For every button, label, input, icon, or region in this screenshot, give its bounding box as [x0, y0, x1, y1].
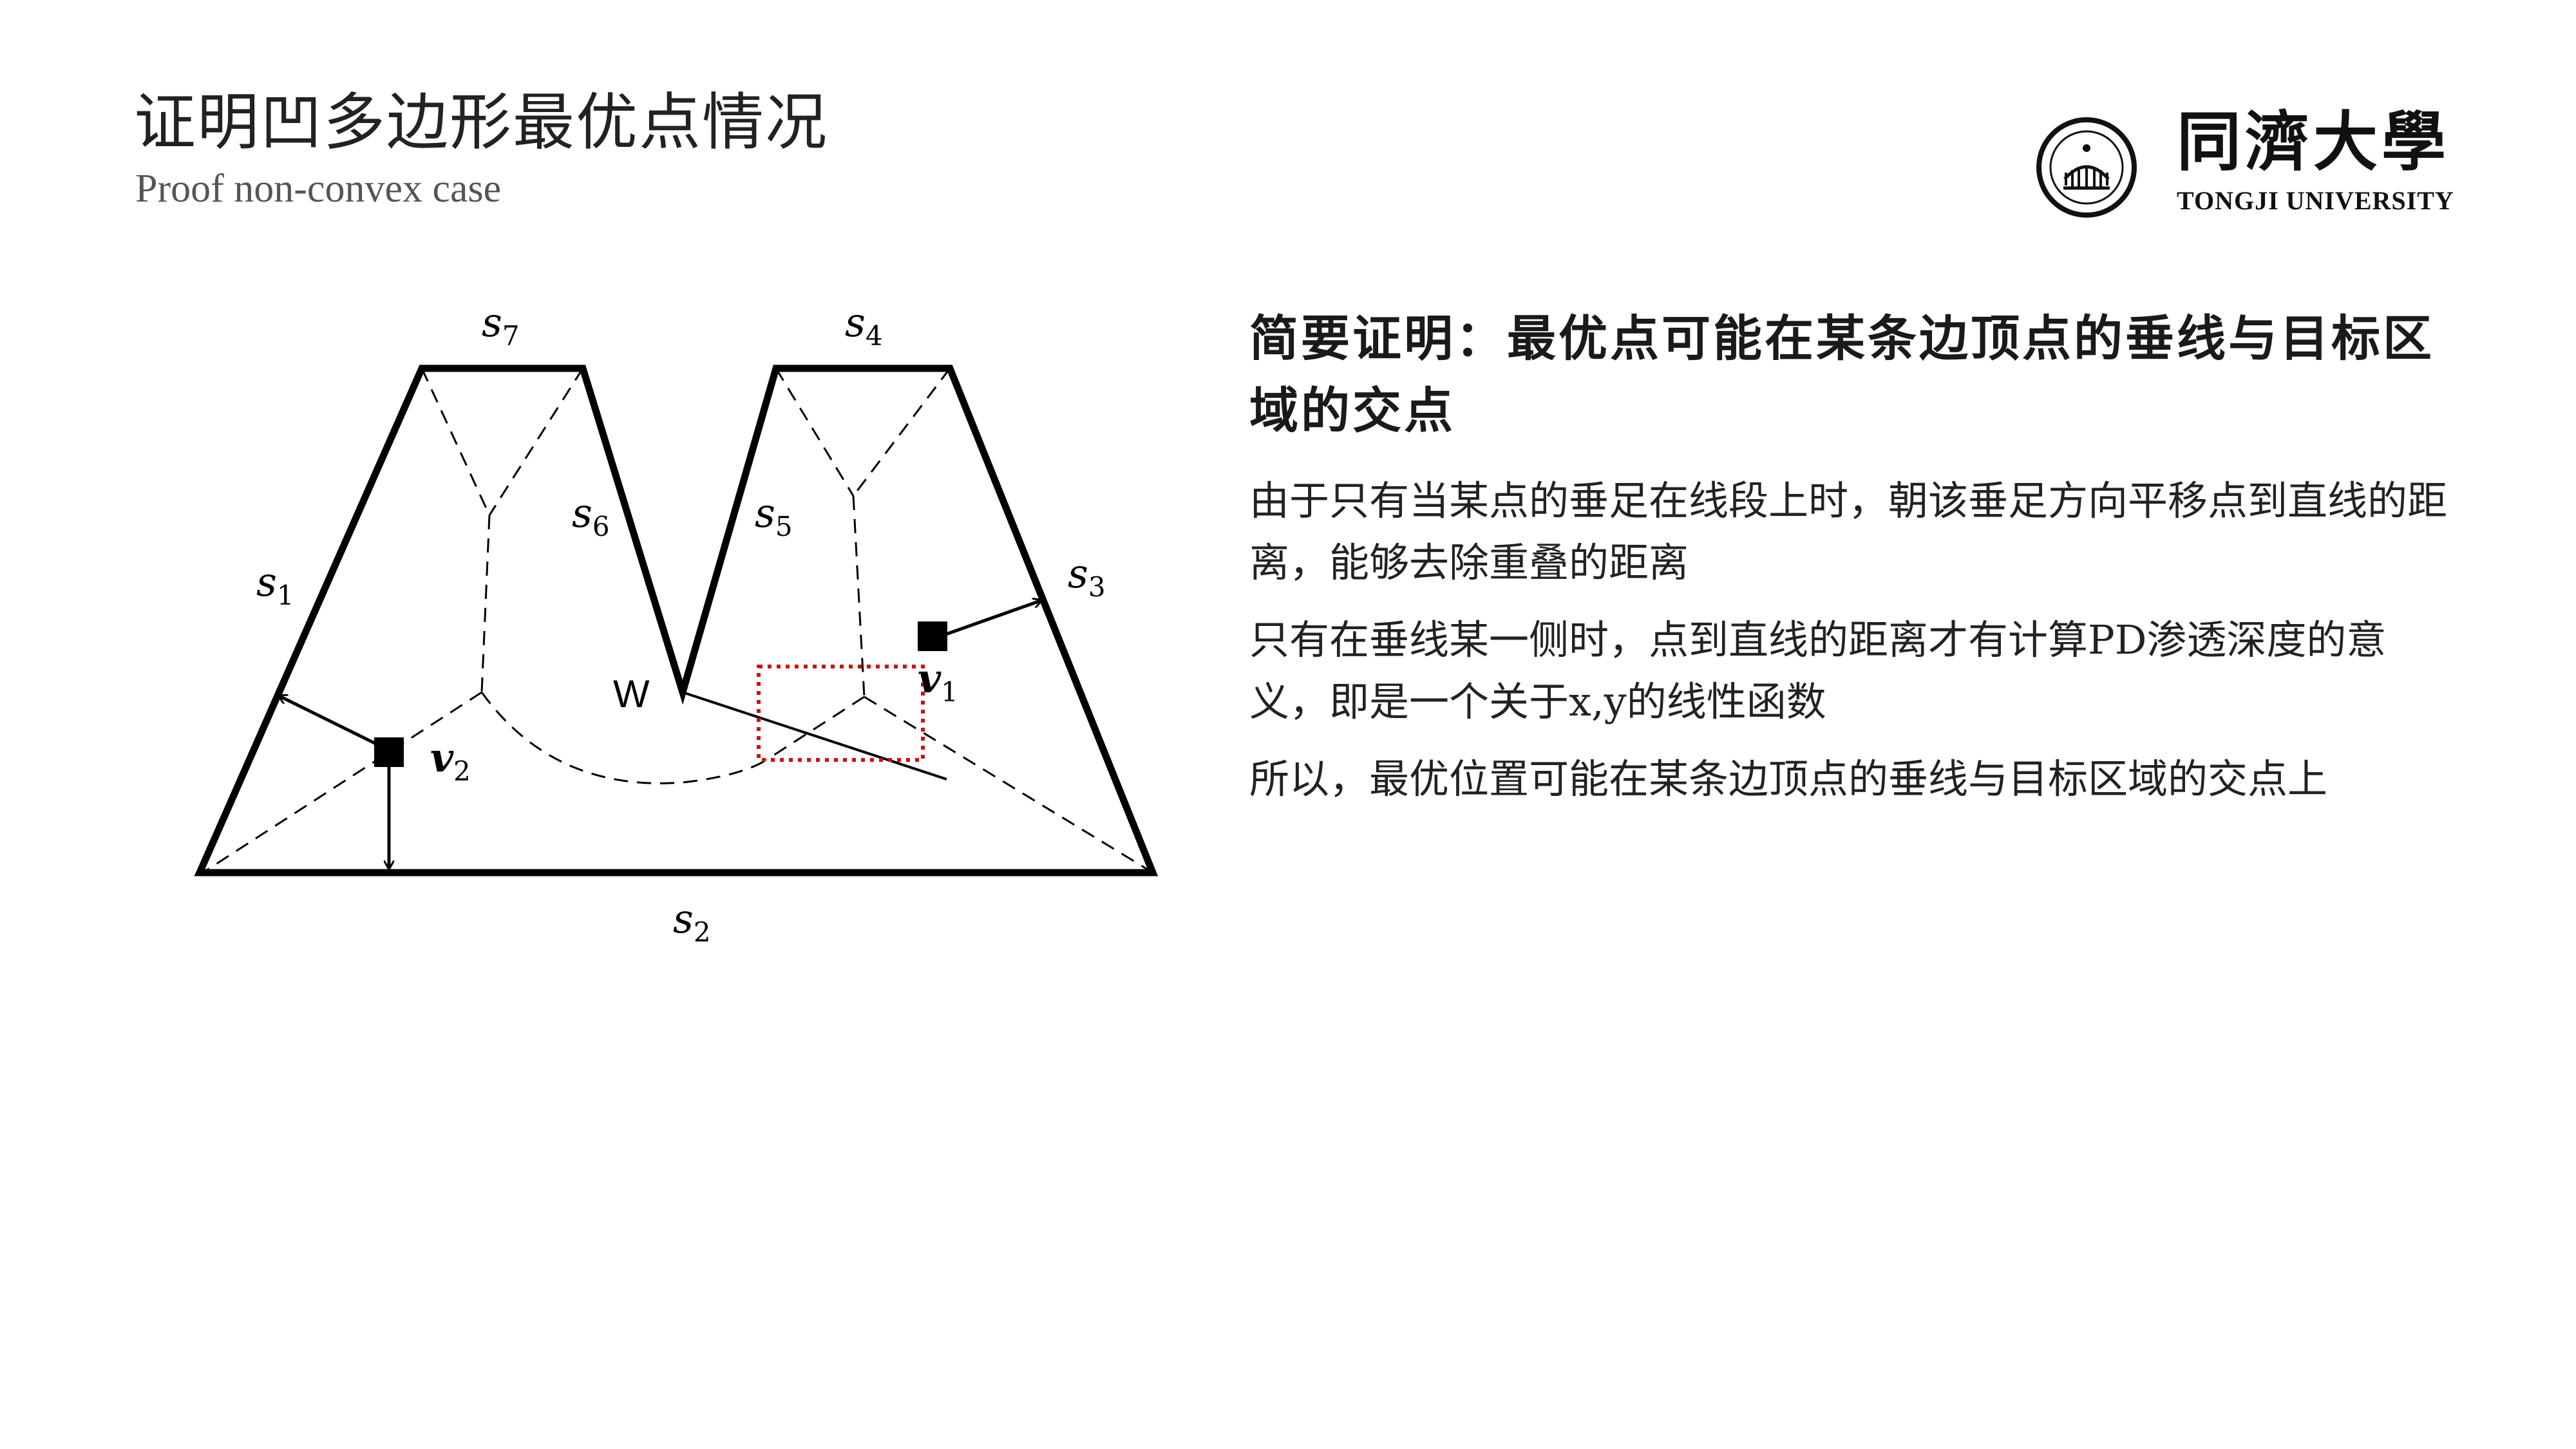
- logo-chinese-name: 同濟大學: [2177, 104, 2450, 180]
- label-s7: s7: [482, 299, 520, 352]
- skeleton-line: [766, 696, 865, 761]
- proof-paragraph-2: 只有在垂线某一侧时，点到直线的距离才有计算PD渗透深度的意义，即是一个关于x,y…: [1249, 616, 2387, 725]
- label-s5: s5: [755, 489, 793, 542]
- proof-paragraph-1: 由于只有当某点的垂足在线段上时，朝该垂足方向平移点到直线的距离，能够去除重叠的距…: [1249, 477, 2448, 586]
- label-v2: v2: [430, 734, 471, 787]
- university-seal-icon: [2036, 117, 2137, 218]
- non-convex-polygon: [194, 365, 1159, 876]
- skeleton-line: [775, 368, 855, 497]
- skeleton-line: [202, 691, 482, 874]
- label-vertex-w: W: [613, 672, 650, 715]
- proof-heading: 简要证明：最优点可能在某条边顶点的垂线与目标区域的交点: [1249, 310, 2434, 439]
- skeleton-line: [480, 515, 491, 693]
- proof-paragraph-3: 所以，最优位置可能在某条边顶点的垂线与目标区域的交点上: [1249, 755, 2328, 802]
- label-v1: v1: [918, 655, 958, 708]
- skeleton-line: [864, 696, 1153, 874]
- label-s2: s2: [673, 895, 711, 948]
- point-v2-marker: [374, 737, 404, 767]
- label-s3: s3: [1068, 550, 1106, 603]
- v1-perpendicular-arrow: [940, 600, 1042, 638]
- label-s4: s4: [845, 299, 883, 352]
- skeleton-line: [421, 368, 491, 516]
- highlight-region: [757, 665, 925, 762]
- skeleton-line: [488, 368, 584, 516]
- polygon-diagram: s7 s4 s6 s5 s1 s3 s2 W v1 v2: [194, 299, 1159, 948]
- v2-perpendicular-arrow-s1: [278, 696, 381, 748]
- skeleton-lines: [202, 368, 1153, 874]
- proof-text-panel: 简要证明：最优点可能在某条边顶点的垂线与目标区域的交点 由于只有当某点的垂足在线…: [1249, 303, 2447, 826]
- line-from-w: [682, 691, 947, 781]
- label-s6: s6: [572, 489, 610, 542]
- university-logo: 同濟大學 TONGJI UNIVERSITY: [2035, 109, 2473, 219]
- skeleton-line: [852, 368, 951, 497]
- logo-english-name: TONGJI UNIVERSITY: [2177, 186, 2454, 215]
- label-s1: s1: [256, 558, 294, 611]
